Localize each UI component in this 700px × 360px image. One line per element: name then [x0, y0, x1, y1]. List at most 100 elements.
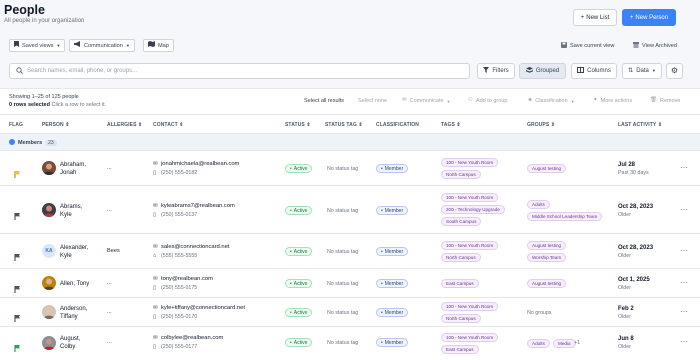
col-contact[interactable]: CONTACT ⇕: [153, 122, 184, 128]
chevron-down-icon: ▼: [570, 98, 575, 104]
sparkle-icon: ✦: [593, 97, 598, 104]
page-header: People All people in your organization +…: [0, 0, 700, 36]
person-name[interactable]: Alexander, Kyle: [60, 244, 88, 260]
col-classification[interactable]: CLASSIFICATION: [376, 122, 419, 128]
col-flag[interactable]: FLAG: [9, 122, 23, 128]
allergies: ...: [107, 165, 112, 171]
more-actions-button[interactable]: ✦ More actions: [593, 98, 632, 104]
view-archived-link[interactable]: View Archived: [633, 42, 677, 51]
map-icon: [148, 41, 155, 50]
saved-views-button[interactable]: Saved views ▼: [9, 39, 66, 52]
person-name[interactable]: Allen, Tony: [60, 280, 89, 288]
save-current-view-link[interactable]: Save current view: [561, 42, 614, 51]
status-badge: • Active: [285, 247, 313, 256]
remove-button[interactable]: 🗑 Remove: [650, 98, 680, 104]
chevron-down-icon: ▼: [651, 68, 656, 73]
row-menu-icon[interactable]: ⋯: [680, 163, 688, 172]
status-tag: No status tag: [327, 310, 359, 316]
last-activity: Oct 28, 2023 Older: [618, 204, 654, 218]
flag-icon[interactable]: [14, 248, 21, 261]
map-button[interactable]: Map: [143, 39, 174, 52]
row-menu-icon[interactable]: ⋯: [680, 278, 688, 287]
table-row[interactable]: Allen, Tony ... ✉ tony@realbean.com ▯ (250…: [0, 269, 700, 298]
allergies: Bees: [107, 248, 120, 254]
tag-pill: 100 - New Youth Room: [441, 241, 499, 250]
table-row[interactable]: KA Alexander, Kyle Bees ✉ sales@connection…: [0, 234, 700, 269]
sort-icon: ⇕: [358, 122, 363, 128]
new-list-button[interactable]: + New List: [573, 9, 617, 26]
col-status-tag[interactable]: STATUS TAG ⇕: [325, 122, 363, 128]
classification-badge: • Member: [376, 308, 409, 317]
sort-icon: ⇕: [65, 122, 70, 128]
trash-icon: 🗑: [650, 97, 657, 104]
tag-pill: 100 - New Youth Room: [441, 193, 499, 202]
row-menu-icon[interactable]: ⋯: [680, 307, 688, 316]
classification-button[interactable]: ◈ Classification ▼: [528, 98, 575, 104]
flag-icon[interactable]: [14, 165, 21, 178]
megaphone-icon: ✉: [402, 97, 407, 104]
col-tags[interactable]: TAGS ⇕: [441, 122, 461, 128]
row-menu-icon[interactable]: ⋯: [680, 205, 688, 214]
group-pill: Adults: [527, 339, 550, 348]
tag-icon: ◈: [528, 97, 533, 104]
group-pill: Media: [553, 339, 576, 348]
person-name[interactable]: Abrams, Kyle: [60, 203, 82, 219]
chevron-down-icon: ▼: [56, 42, 61, 48]
view-toolbar: Saved views ▼ Communication ▼ Map Save c…: [0, 36, 700, 56]
more-groups-count[interactable]: +1: [574, 340, 580, 346]
mail-icon: ✉: [153, 203, 158, 209]
tag-pill: East Campus: [441, 345, 479, 354]
flag-icon[interactable]: [14, 280, 21, 293]
grouped-toggle[interactable]: Grouped: [519, 63, 566, 79]
mail-icon: ✉: [153, 305, 158, 311]
filters-button[interactable]: Filters: [477, 63, 515, 79]
data-button[interactable]: ⇅ Data ▼: [622, 63, 662, 79]
table-row[interactable]: Abraham, Jonah ... ✉ jonahmichaela@realbea…: [0, 151, 700, 186]
group-count-badge: 23: [45, 140, 57, 147]
col-last-activity[interactable]: LAST ACTIVITY ⇕: [618, 122, 662, 128]
search-input[interactable]: Search names, email, phone, or groups...: [9, 63, 470, 79]
tag-pill: 100 - New Youth Room: [441, 333, 499, 342]
group-header-members[interactable]: Members 23: [0, 134, 700, 151]
row-menu-icon[interactable]: ⋯: [680, 246, 688, 255]
communication-button[interactable]: Communication ▼: [69, 39, 135, 52]
last-activity: Feb 2 Older: [618, 306, 634, 320]
communicate-button[interactable]: ✉ Communicate ▼: [402, 98, 451, 104]
add-to-group-button[interactable]: ⚇ Add to group: [468, 98, 507, 104]
col-person[interactable]: PERSON ⇕: [42, 122, 70, 128]
col-allergies[interactable]: ALLERGIES ⇕: [107, 122, 142, 128]
avatar: [42, 161, 56, 175]
classification-badge: • Member: [376, 247, 409, 256]
archive-icon: [633, 42, 639, 51]
flag-icon[interactable]: [14, 207, 21, 220]
select-all-button[interactable]: Select all results: [304, 98, 344, 104]
tag-pill: 200 - Technology Upgrade: [441, 205, 505, 214]
phone-icon: ▯: [153, 170, 157, 176]
group-pill: Adults: [527, 200, 550, 209]
settings-button[interactable]: ⚙: [666, 63, 683, 79]
columns-button[interactable]: Columns: [571, 63, 617, 79]
status-badge: • Active: [285, 206, 313, 215]
table-row[interactable]: August, Colby ... ✉ colbylee@realbean.com …: [0, 327, 700, 360]
classification-badge: • Member: [376, 206, 409, 215]
person-name[interactable]: Anderson, Tiffany: [60, 305, 87, 321]
person-name[interactable]: August, Colby: [60, 335, 80, 351]
contact-info: ✉ kyle+tiffany@connectioncard.net ▯ (250) …: [153, 305, 245, 320]
status-tag: No status tag: [327, 166, 359, 172]
person-name[interactable]: Abraham, Jonah: [60, 161, 86, 177]
contact-info: ✉ sales@connectioncard.net ⌂ (555) 555-555…: [153, 244, 230, 259]
status-tag: No status tag: [327, 249, 359, 255]
contact-info: ✉ colbylee@realbean.com ▯ (250) 555-0177: [153, 335, 224, 350]
row-menu-icon[interactable]: ⋯: [680, 337, 688, 346]
flag-icon[interactable]: [14, 309, 21, 322]
col-groups[interactable]: GROUPS ⇕: [527, 122, 555, 128]
group-pill: August testing: [527, 164, 567, 173]
col-status[interactable]: STATUS ⇕: [285, 122, 311, 128]
table-row[interactable]: Abrams, Kyle ... ✉ kyleabrams7@realbean.co…: [0, 186, 700, 234]
columns-icon: [577, 67, 585, 75]
status-tag: No status tag: [327, 340, 359, 346]
table-row[interactable]: Anderson, Tiffany ... ✉ kyle+tiffany@conne…: [0, 298, 700, 327]
select-none-button[interactable]: Select none: [358, 98, 387, 104]
new-person-button[interactable]: + New Person: [622, 9, 676, 26]
flag-icon[interactable]: [14, 339, 21, 352]
